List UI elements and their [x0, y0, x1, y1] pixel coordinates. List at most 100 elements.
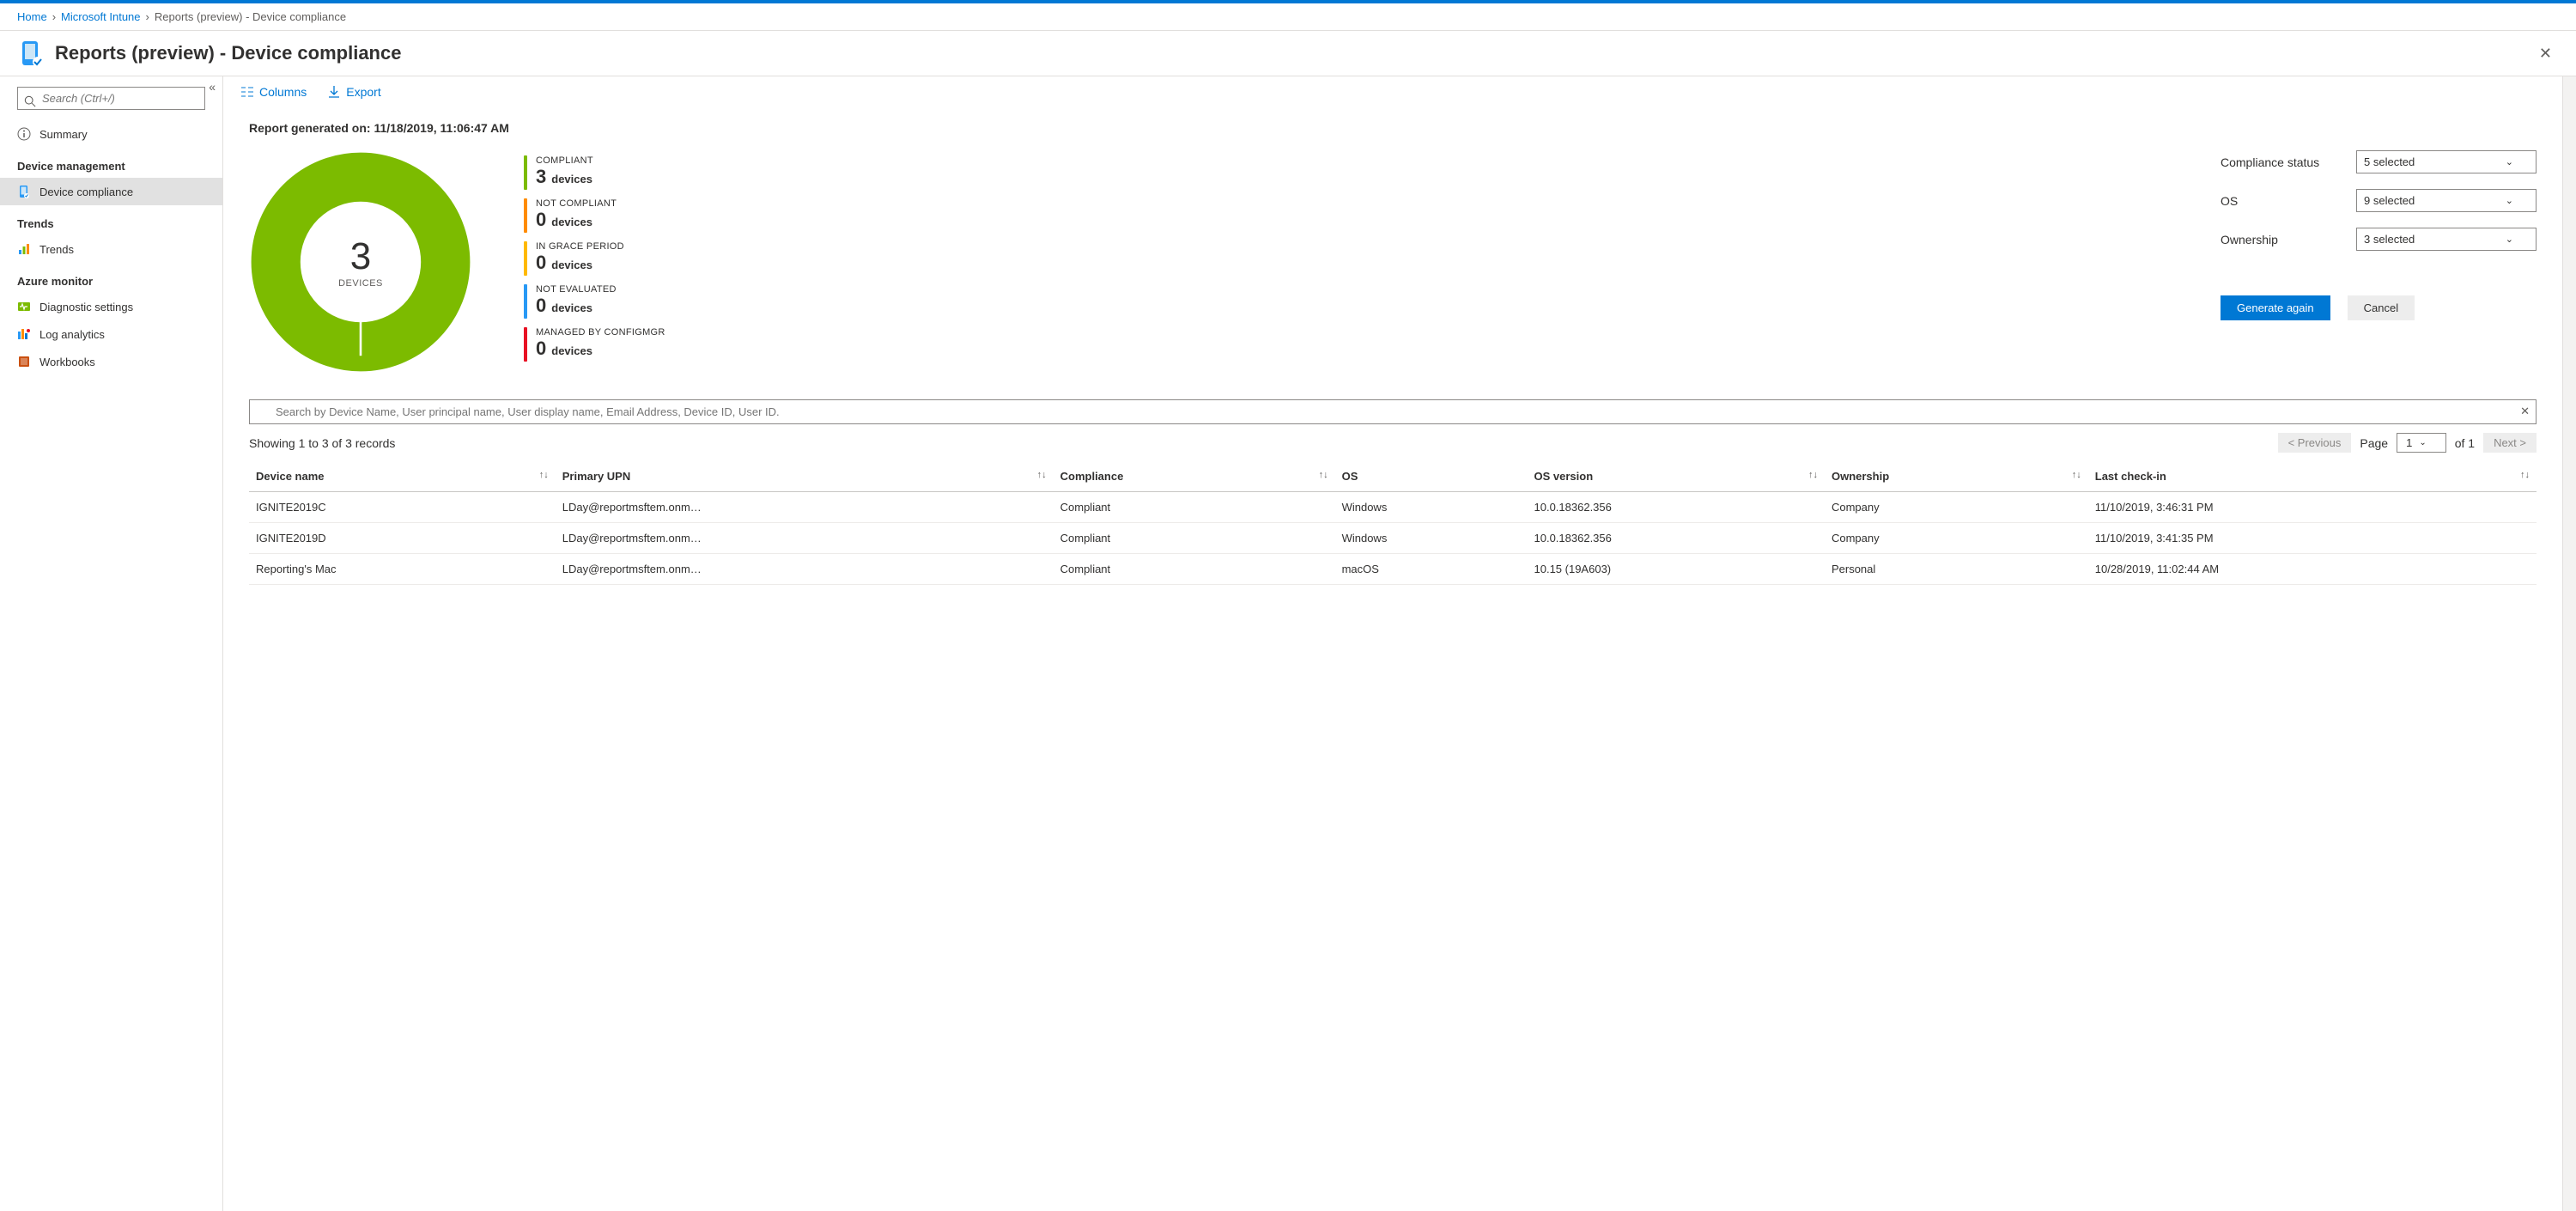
- export-button[interactable]: Export: [327, 85, 380, 99]
- col-device-name[interactable]: Device name↑↓: [249, 461, 556, 492]
- sidebar-label: Trends: [39, 243, 74, 256]
- cell-os_version: 10.0.18362.356: [1528, 492, 1825, 523]
- command-bar: Columns Export: [223, 76, 2562, 107]
- sidebar-label: Summary: [39, 128, 88, 141]
- legend-unit: devices: [551, 344, 592, 357]
- col-os-version[interactable]: OS version↑↓: [1528, 461, 1825, 492]
- close-button[interactable]: ✕: [2532, 41, 2559, 66]
- select-value: 9 selected: [2364, 194, 2415, 207]
- select-value: 3 selected: [2364, 233, 2415, 246]
- next-page-button[interactable]: Next >: [2483, 433, 2537, 453]
- cell-compliance: Compliant: [1054, 523, 1335, 554]
- collapse-sidebar-button[interactable]: «: [209, 80, 216, 94]
- cell-ownership: Company: [1825, 523, 2088, 554]
- export-label: Export: [346, 85, 380, 99]
- cell-checkin: 10/28/2019, 11:02:44 AM: [2088, 554, 2537, 585]
- table-row[interactable]: IGNITE2019CLDay@reportmsftem.onm…Complia…: [249, 492, 2537, 523]
- sidebar-label: Diagnostic settings: [39, 301, 133, 313]
- filter-label-os: OS: [2221, 194, 2341, 208]
- cell-compliance: Compliant: [1054, 554, 1335, 585]
- sort-icon[interactable]: ↑↓: [2072, 470, 2081, 480]
- col-ownership[interactable]: Ownership↑↓: [1825, 461, 2088, 492]
- os-select[interactable]: 9 selected ⌄: [2356, 189, 2537, 212]
- legend-configmgr: MANAGED BY CONFIGMGR 0devices: [524, 327, 665, 362]
- sidebar-item-trends[interactable]: Trends: [0, 235, 222, 263]
- cell-checkin: 11/10/2019, 3:46:31 PM: [2088, 492, 2537, 523]
- sort-icon[interactable]: ↑↓: [2520, 470, 2530, 480]
- legend-count: 0: [536, 209, 546, 231]
- compliance-status-select[interactable]: 5 selected ⌄: [2356, 150, 2537, 173]
- sidebar-search-input[interactable]: [17, 87, 205, 110]
- legend-color-bar: [524, 155, 527, 190]
- sidebar-item-diagnostic-settings[interactable]: Diagnostic settings: [0, 293, 222, 320]
- sidebar-item-device-compliance[interactable]: Device compliance: [0, 178, 222, 205]
- chevron-right-icon: ›: [52, 10, 56, 23]
- cell-os_version: 10.15 (19A603): [1528, 554, 1825, 585]
- diagnostic-icon: [17, 300, 31, 313]
- cell-compliance: Compliant: [1054, 492, 1335, 523]
- sidebar-label: Workbooks: [39, 356, 95, 368]
- legend-unit: devices: [551, 216, 592, 228]
- sidebar-item-log-analytics[interactable]: Log analytics: [0, 320, 222, 348]
- download-icon: [327, 85, 341, 99]
- breadcrumb-current: Reports (preview) - Device compliance: [155, 10, 346, 23]
- sort-icon[interactable]: ↑↓: [1808, 470, 1818, 480]
- cell-device: IGNITE2019D: [249, 523, 556, 554]
- sidebar-item-summary[interactable]: Summary: [0, 120, 222, 148]
- columns-label: Columns: [259, 85, 307, 99]
- columns-button[interactable]: Columns: [240, 85, 307, 99]
- legend-count: 3: [536, 166, 546, 188]
- sidebar-section-device-management: Device management: [0, 148, 222, 178]
- cell-upn: LDay@reportmsftem.onm…: [556, 554, 1054, 585]
- legend-unit: devices: [551, 259, 592, 271]
- chevron-down-icon: ⌄: [2506, 156, 2513, 167]
- col-os[interactable]: OS: [1335, 461, 1528, 492]
- cancel-button[interactable]: Cancel: [2348, 295, 2415, 320]
- chevron-down-icon: ⌄: [2506, 195, 2513, 206]
- clear-search-button[interactable]: ✕: [2520, 405, 2530, 418]
- cell-ownership: Personal: [1825, 554, 2088, 585]
- sidebar-label: Log analytics: [39, 328, 105, 341]
- cell-os: macOS: [1335, 554, 1528, 585]
- table-row[interactable]: IGNITE2019DLDay@reportmsftem.onm…Complia…: [249, 523, 2537, 554]
- page-number: 1: [2406, 436, 2412, 449]
- legend-label: NOT COMPLIANT: [536, 198, 617, 209]
- breadcrumb-intune[interactable]: Microsoft Intune: [61, 10, 141, 23]
- sort-icon[interactable]: ↑↓: [1037, 470, 1047, 480]
- cell-upn: LDay@reportmsftem.onm…: [556, 523, 1054, 554]
- legend-label: MANAGED BY CONFIGMGR: [536, 327, 665, 338]
- generate-again-button[interactable]: Generate again: [2221, 295, 2330, 320]
- table-search-input[interactable]: [249, 399, 2537, 424]
- vertical-scrollbar[interactable]: [2562, 76, 2576, 1211]
- ownership-select[interactable]: 3 selected ⌄: [2356, 228, 2537, 251]
- legend-unit: devices: [551, 301, 592, 314]
- donut-total: 3: [338, 235, 383, 278]
- col-last-checkin[interactable]: Last check-in↑↓: [2088, 461, 2537, 492]
- filter-panel: Compliance status 5 selected ⌄ OS 9 sele…: [2221, 150, 2537, 320]
- legend-color-bar: [524, 284, 527, 319]
- legend-label: COMPLIANT: [536, 155, 593, 166]
- report-timestamp: Report generated on: 11/18/2019, 11:06:4…: [249, 121, 2537, 135]
- breadcrumb-home[interactable]: Home: [17, 10, 47, 23]
- main-content: Columns Export Report generated on: 11/1…: [223, 76, 2562, 1211]
- columns-icon: [240, 85, 254, 99]
- device-compliance-icon: [17, 40, 45, 67]
- sort-icon[interactable]: ↑↓: [539, 470, 549, 480]
- bar-chart-icon: [17, 242, 31, 256]
- sort-icon[interactable]: ↑↓: [1319, 470, 1328, 480]
- sidebar-item-workbooks[interactable]: Workbooks: [0, 348, 222, 375]
- breadcrumb: Home › Microsoft Intune › Reports (previ…: [0, 3, 2576, 30]
- legend-compliant: COMPLIANT 3devices: [524, 155, 665, 190]
- page-select[interactable]: 1 ⌄: [2397, 433, 2446, 453]
- col-primary-upn[interactable]: Primary UPN↑↓: [556, 461, 1054, 492]
- col-compliance[interactable]: Compliance↑↓: [1054, 461, 1335, 492]
- table-row[interactable]: Reporting's MacLDay@reportmsftem.onm…Com…: [249, 554, 2537, 585]
- legend-not-compliant: NOT COMPLIANT 0 devices: [524, 198, 665, 233]
- cell-upn: LDay@reportmsftem.onm…: [556, 492, 1054, 523]
- previous-page-button[interactable]: < Previous: [2278, 433, 2352, 453]
- legend-label: NOT EVALUATED: [536, 284, 617, 295]
- filter-label-compliance: Compliance status: [2221, 155, 2341, 169]
- cell-ownership: Company: [1825, 492, 2088, 523]
- cell-os_version: 10.0.18362.356: [1528, 523, 1825, 554]
- legend-grace-period: IN GRACE PERIOD 0devices: [524, 241, 665, 276]
